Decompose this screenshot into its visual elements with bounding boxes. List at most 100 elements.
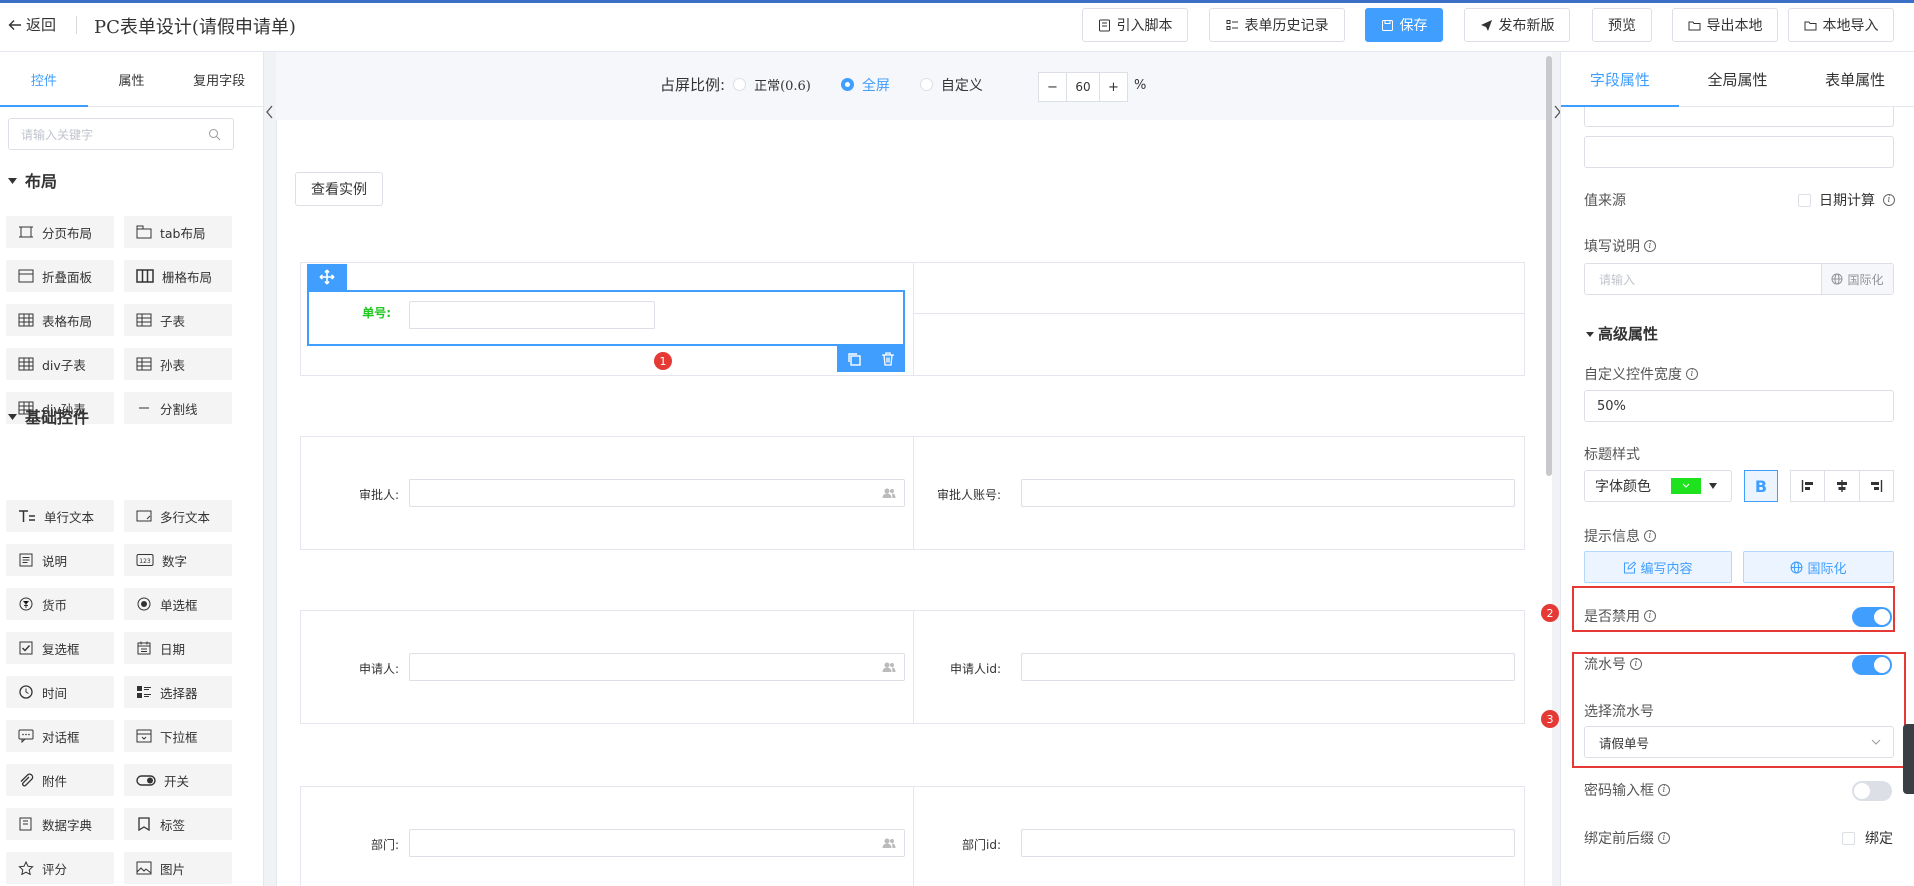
basic-section-title[interactable]: 基础控件	[8, 404, 89, 428]
control-multi-text[interactable]: 多行文本	[124, 500, 232, 532]
order-no-input[interactable]	[409, 301, 655, 329]
ratio-option-custom[interactable]: 自定义	[919, 75, 983, 95]
import-script-button[interactable]: 引入脚本	[1082, 8, 1188, 42]
info-icon: i	[1644, 530, 1656, 542]
empty-cell[interactable]	[913, 262, 1525, 314]
bind-checkbox[interactable]: 绑定	[1842, 828, 1893, 848]
control-switch[interactable]: 开关	[124, 764, 232, 796]
save-button[interactable]: 保存	[1365, 8, 1443, 42]
control-grandchild-table[interactable]: 孙表	[124, 348, 232, 380]
font-color-picker[interactable]: 字体颜色	[1584, 470, 1732, 502]
align-center-icon	[1835, 479, 1849, 493]
publish-button[interactable]: 发布新版	[1464, 8, 1570, 42]
control-page-layout[interactable]: 分页布局	[6, 216, 114, 248]
fill-desc-input[interactable]: 请输入	[1585, 264, 1821, 294]
delete-icon[interactable]	[881, 352, 895, 366]
control-date[interactable]: 日期	[124, 632, 232, 664]
tab-field-properties[interactable]: 字段属性	[1561, 52, 1679, 107]
align-right-button[interactable]	[1860, 471, 1893, 501]
align-right-icon	[1869, 479, 1883, 493]
date-calc-checkbox[interactable]: 日期计算 i	[1798, 190, 1895, 210]
default-value-input[interactable]	[1584, 136, 1894, 168]
control-tag[interactable]: 标签	[124, 808, 232, 840]
collapse-left-handle[interactable]	[264, 100, 276, 124]
control-grid-layout[interactable]: 栅格布局	[124, 260, 232, 292]
control-div-sub-table[interactable]: div子表	[6, 348, 114, 380]
tab-global-properties[interactable]: 全局属性	[1679, 52, 1797, 106]
import-local-button[interactable]: 本地导入	[1788, 8, 1894, 42]
component-search-input[interactable]: 请输入关键字	[8, 118, 234, 150]
drag-handle[interactable]	[307, 264, 347, 290]
preview-button[interactable]: 预览	[1592, 8, 1652, 42]
control-checkbox[interactable]: 复选框	[6, 632, 114, 664]
i18n-button[interactable]: 国际化	[1743, 551, 1894, 583]
zoom-plus-button[interactable]: +	[1099, 73, 1127, 101]
dept-input[interactable]	[409, 829, 905, 857]
control-number[interactable]: 123 数字	[124, 544, 232, 576]
tab-form-properties[interactable]: 表单属性	[1796, 52, 1914, 106]
control-time[interactable]: 时间	[6, 676, 114, 708]
control-currency[interactable]: 货币	[6, 588, 114, 620]
serial-select[interactable]: 请假单号	[1584, 726, 1894, 758]
cell-divider	[913, 437, 914, 549]
applicant-input[interactable]	[409, 653, 905, 681]
info-icon: i	[1686, 368, 1698, 380]
edit-content-button[interactable]: 编写内容	[1584, 551, 1732, 583]
control-data-dictionary[interactable]: 数据字典	[6, 808, 114, 840]
advanced-section-title[interactable]: 高级属性	[1586, 323, 1658, 344]
custom-width-input[interactable]: 50%	[1584, 390, 1894, 422]
user-group-icon[interactable]	[882, 487, 896, 499]
import-local-label: 本地导入	[1822, 18, 1879, 34]
tab-properties[interactable]: 属性	[88, 52, 176, 106]
export-local-button[interactable]: 导出本地	[1672, 8, 1778, 42]
caret-down-icon[interactable]	[1709, 483, 1717, 489]
date-calc-label: 日期计算	[1819, 193, 1875, 209]
control-label: 数据字典	[42, 817, 93, 833]
ratio-option-fullscreen[interactable]: 全屏	[840, 75, 890, 95]
align-center-button[interactable]	[1825, 471, 1860, 501]
align-left-button[interactable]	[1791, 471, 1826, 501]
dept-id-input[interactable]	[1021, 829, 1515, 857]
serial-toggle[interactable]	[1852, 655, 1892, 675]
selected-field-frame[interactable]: 单号:	[307, 290, 905, 346]
i18n-append-button[interactable]: 国际化	[1821, 264, 1893, 294]
control-attachment[interactable]: 附件	[6, 764, 114, 796]
control-dialog[interactable]: 对话框	[6, 720, 114, 752]
user-group-icon[interactable]	[882, 837, 896, 849]
control-selector[interactable]: 选择器	[124, 676, 232, 708]
view-example-button[interactable]: 查看实例	[295, 172, 383, 206]
control-tab-layout[interactable]: tab布局	[124, 216, 232, 248]
control-rating[interactable]: 评分	[6, 852, 114, 884]
control-collapse-panel[interactable]: 折叠面板	[6, 260, 114, 292]
control-sub-table[interactable]: 子表	[124, 304, 232, 336]
partial-input[interactable]	[1584, 107, 1894, 127]
back-button[interactable]: 返回	[8, 14, 56, 35]
color-swatch[interactable]	[1671, 478, 1701, 494]
tab-reuse-fields[interactable]: 复用字段	[175, 52, 263, 106]
zoom-input[interactable]: 60	[1067, 73, 1099, 101]
control-description[interactable]: 说明	[6, 544, 114, 576]
layout-section-title[interactable]: 布局	[8, 168, 57, 192]
control-radio[interactable]: 单选框	[124, 588, 232, 620]
control-dropdown[interactable]: 下拉框	[124, 720, 232, 752]
control-image[interactable]: 图片	[124, 852, 232, 884]
toggle-knob	[1874, 657, 1890, 673]
user-group-icon[interactable]	[882, 661, 896, 673]
zoom-minus-button[interactable]: −	[1039, 73, 1067, 101]
currency-icon	[18, 597, 34, 611]
ratio-option-normal[interactable]: 正常(0.6)	[733, 75, 811, 94]
approver-input[interactable]	[409, 479, 905, 507]
info-icon: i	[1658, 784, 1670, 796]
form-history-button[interactable]: 表单历史记录	[1209, 8, 1345, 42]
bold-toggle-button[interactable]: B	[1744, 470, 1778, 502]
disabled-toggle[interactable]	[1852, 607, 1892, 627]
tab-controls[interactable]: 控件	[0, 52, 88, 107]
copy-icon[interactable]	[847, 352, 861, 366]
control-table-layout[interactable]: 表格布局	[6, 304, 114, 336]
control-single-text[interactable]: 单行文本	[6, 500, 114, 532]
applicant-id-input[interactable]	[1021, 653, 1515, 681]
side-widget-handle[interactable]	[1903, 724, 1914, 794]
approver-account-input[interactable]	[1021, 479, 1515, 507]
control-divider[interactable]: 分割线	[124, 392, 232, 424]
password-toggle[interactable]	[1852, 781, 1892, 801]
